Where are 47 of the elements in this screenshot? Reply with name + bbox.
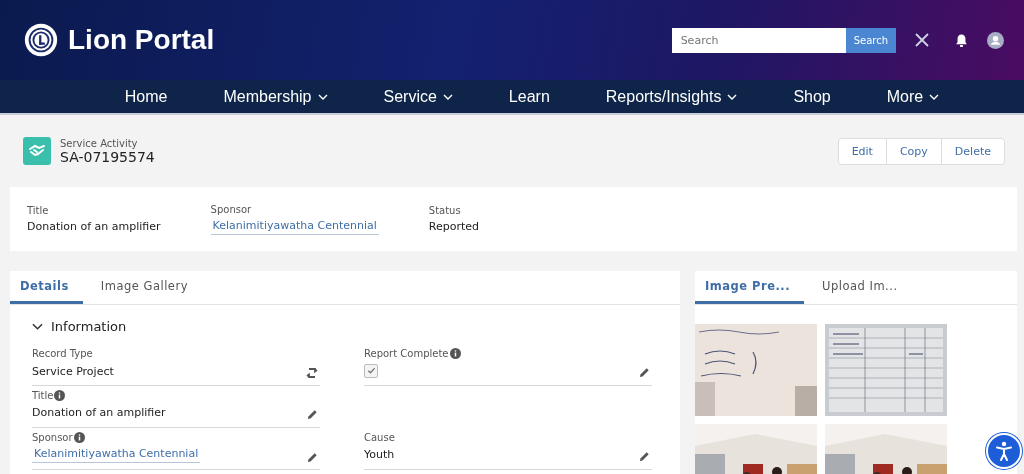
avatar-icon[interactable]	[987, 31, 1004, 49]
sponsor-link[interactable]: Kelanimitiyawatha Centennial	[210, 218, 379, 235]
nav-link[interactable]: Reports/Insights	[585, 87, 758, 106]
pencil-icon[interactable]	[639, 451, 650, 462]
field-value: Reported	[428, 220, 479, 233]
nav-link[interactable]: Shop	[773, 87, 851, 106]
action-button[interactable]: Delete	[940, 138, 1004, 164]
sponsor-link[interactable]: Kelanimitiyawatha Centennial	[32, 447, 201, 463]
lion-emblem-icon	[22, 21, 60, 59]
pencil-icon[interactable]	[307, 451, 318, 463]
field-value: Donation of an amplifier	[27, 220, 161, 233]
pencil-icon[interactable]	[639, 367, 650, 378]
portal-title: Lion Portal	[68, 24, 215, 56]
field-label: Report Complete	[364, 348, 449, 359]
nav-link[interactable]: Service	[363, 87, 473, 106]
tab[interactable]: Details	[10, 271, 83, 304]
field-label: Status	[428, 205, 462, 216]
field-label: Title	[32, 390, 54, 401]
field-label: Sponsor	[210, 203, 253, 215]
search-field[interactable]: Search	[671, 27, 846, 53]
info-icon[interactable]	[449, 348, 461, 359]
field-value: Donation of an amplifier	[32, 406, 166, 419]
record-type: Service Activity	[60, 137, 139, 149]
accessibility-button[interactable]	[986, 433, 1022, 469]
bell-icon[interactable]	[954, 32, 969, 48]
info-icon[interactable]	[54, 390, 66, 401]
tab[interactable]: Upload Im...	[812, 271, 912, 304]
info-icon[interactable]	[73, 432, 85, 443]
section-header[interactable]: Information	[32, 319, 127, 334]
handshake-icon	[23, 137, 51, 165]
nav-link[interactable]: Learn	[488, 87, 570, 106]
close-icon[interactable]	[914, 32, 930, 48]
pencil-icon[interactable]	[307, 409, 318, 420]
field-label: Cause	[364, 432, 395, 443]
record-name: SA-07195574	[60, 148, 155, 165]
nav-link[interactable]: Home	[104, 87, 188, 106]
tab[interactable]: Image Gallery	[90, 271, 202, 304]
swap-icon[interactable]	[306, 367, 318, 379]
nav-link[interactable]: More	[866, 87, 960, 106]
search-button[interactable]: Search	[845, 27, 896, 53]
field-label: Record Type	[32, 348, 93, 359]
field-value: Service Project	[32, 364, 114, 378]
field-label: Title	[27, 205, 50, 216]
nav-link[interactable]: Membership	[203, 87, 348, 106]
field-label: Sponsor	[32, 432, 73, 443]
field-value: Youth	[364, 448, 395, 461]
tab[interactable]: Image Pre...	[695, 271, 805, 304]
